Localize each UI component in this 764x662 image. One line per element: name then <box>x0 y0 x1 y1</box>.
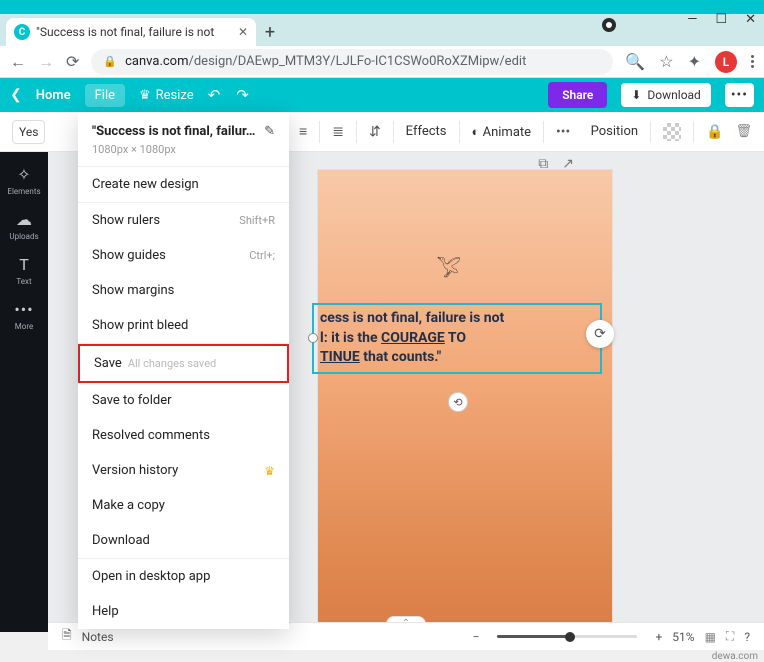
resize-button[interactable]: ♛Resize <box>139 88 194 103</box>
crown-icon: ♛ <box>139 88 151 103</box>
menu-show-margins[interactable]: Show margins <box>78 273 289 308</box>
account-indicator-icon[interactable] <box>602 18 616 32</box>
bird-silhouette: 𓅯 <box>436 249 464 285</box>
design-dimensions: 1080px × 1080px <box>92 143 275 156</box>
crown-icon: ♛ <box>264 464 275 478</box>
menu-make-copy[interactable]: Make a copy <box>78 488 289 523</box>
help-bubble-icon[interactable]: ? <box>744 630 750 644</box>
design-title[interactable]: "Success is not final, failur... <box>92 124 256 139</box>
sidebar-item-more[interactable]: •••More <box>14 300 33 331</box>
notes-icon[interactable]: 🗎 <box>62 626 72 647</box>
position-button[interactable]: Position <box>591 124 638 139</box>
transparency-icon[interactable] <box>663 123 681 141</box>
file-button[interactable]: File <box>85 84 125 107</box>
elements-icon: ✧ <box>17 165 30 184</box>
undo-icon[interactable]: ↶ <box>208 86 221 104</box>
fullscreen-icon[interactable]: ⛶ <box>726 629 734 644</box>
uploads-icon: ☁ <box>16 210 32 229</box>
back-icon[interactable]: ← <box>10 52 26 72</box>
menu-version-history[interactable]: Version history♛ <box>78 453 289 488</box>
redo-icon[interactable]: ↷ <box>236 86 249 104</box>
share-button[interactable]: Share <box>548 82 607 108</box>
browser-menu-icon[interactable] <box>751 55 754 68</box>
design-canvas[interactable]: 𓅯 cess is not final, failure is not l: i… <box>318 170 612 632</box>
menu-open-desktop[interactable]: Open in desktop app <box>78 559 289 594</box>
canva-favicon: C <box>14 24 30 40</box>
selected-text-box[interactable]: cess is not final, failure is not l: it … <box>312 303 602 374</box>
home-button[interactable]: Home <box>36 88 71 103</box>
menu-help[interactable]: Help <box>78 594 289 629</box>
list-icon[interactable]: ≣ <box>332 124 344 140</box>
search-icon[interactable]: 🔍 <box>625 52 645 71</box>
sidebar-item-text[interactable]: TText <box>16 255 31 286</box>
watermark: dewa.com <box>712 651 758 662</box>
menu-show-guides[interactable]: Show guidesCtrl+; <box>78 238 289 273</box>
more-icon: ••• <box>14 300 33 319</box>
window-maximize-icon[interactable]: ☐ <box>715 12 727 27</box>
download-button[interactable]: ⬇Download <box>621 83 710 107</box>
menu-save[interactable]: SaveAll changes saved <box>78 344 289 383</box>
quote-text: cess is not final, failure is not l: it … <box>320 309 594 368</box>
rotate-handle-icon[interactable]: ⟲ <box>448 392 468 412</box>
more-tools-icon[interactable]: ••• <box>556 124 570 140</box>
menu-show-rulers[interactable]: Show rulersShift+R <box>78 203 289 238</box>
zoom-in-icon[interactable]: + <box>655 630 662 644</box>
menu-show-bleed[interactable]: Show print bleed <box>78 308 289 343</box>
sidebar-item-elements[interactable]: ✧Elements <box>7 165 40 196</box>
address-bar[interactable]: 🔒 canva.com/design/DAEwp_MTM3Y/LJLFo-IC1… <box>91 49 613 75</box>
close-tab-icon[interactable]: ✕ <box>238 25 248 39</box>
zoom-slider[interactable] <box>497 635 637 638</box>
align-icon[interactable]: ≡ <box>299 123 307 140</box>
notes-button[interactable]: Notes <box>82 630 114 644</box>
menu-resolved-comments[interactable]: Resolved comments <box>78 418 289 453</box>
lock-tool-icon[interactable]: 🔒 <box>706 124 723 140</box>
lock-icon: 🔒 <box>103 55 117 68</box>
spacing-icon[interactable]: ⇵ <box>369 124 381 140</box>
extensions-icon[interactable]: ✦ <box>688 52 701 71</box>
sidebar-item-uploads[interactable]: ☁Uploads <box>9 210 38 241</box>
zoom-out-icon[interactable]: − <box>473 630 480 644</box>
animate-icon: ◐ <box>472 125 480 140</box>
forward-icon: → <box>38 52 54 72</box>
star-icon[interactable]: ☆ <box>659 52 673 71</box>
profile-avatar[interactable]: L <box>715 51 737 73</box>
zoom-value[interactable]: 51% <box>672 630 694 644</box>
more-button[interactable]: ••• <box>725 83 754 107</box>
download-icon: ⬇ <box>631 88 641 102</box>
menu-save-folder[interactable]: Save to folder <box>78 383 289 418</box>
new-tab-button[interactable]: + <box>256 18 284 46</box>
file-menu-dropdown: "Success is not final, failur... ✎ 1080p… <box>78 112 289 629</box>
animate-button[interactable]: ◐ Animate <box>472 124 532 140</box>
trash-icon[interactable]: 🗑 <box>735 124 752 139</box>
menu-download[interactable]: Download <box>78 523 289 558</box>
menu-create-new[interactable]: Create new design <box>78 167 289 202</box>
reload-icon[interactable]: ⟳ <box>66 52 79 71</box>
effects-button[interactable]: Effects <box>406 124 447 139</box>
resize-handle-left[interactable] <box>308 333 318 343</box>
window-close-icon[interactable]: ✕ <box>745 12 756 27</box>
window-minimize-icon[interactable]: — <box>687 12 697 27</box>
browser-tab[interactable]: C "Success is not final, failure is not … <box>6 18 256 46</box>
font-family-select[interactable]: Yes <box>12 120 45 144</box>
canva-back-icon[interactable]: ❮ <box>10 87 22 103</box>
text-icon: T <box>19 255 29 274</box>
tab-title: "Success is not final, failure is not <box>36 25 232 39</box>
refresh-canvas-icon[interactable]: ⟳ <box>586 320 614 348</box>
grid-view-icon[interactable]: ▦ <box>705 630 716 644</box>
edit-title-icon[interactable]: ✎ <box>264 124 275 139</box>
